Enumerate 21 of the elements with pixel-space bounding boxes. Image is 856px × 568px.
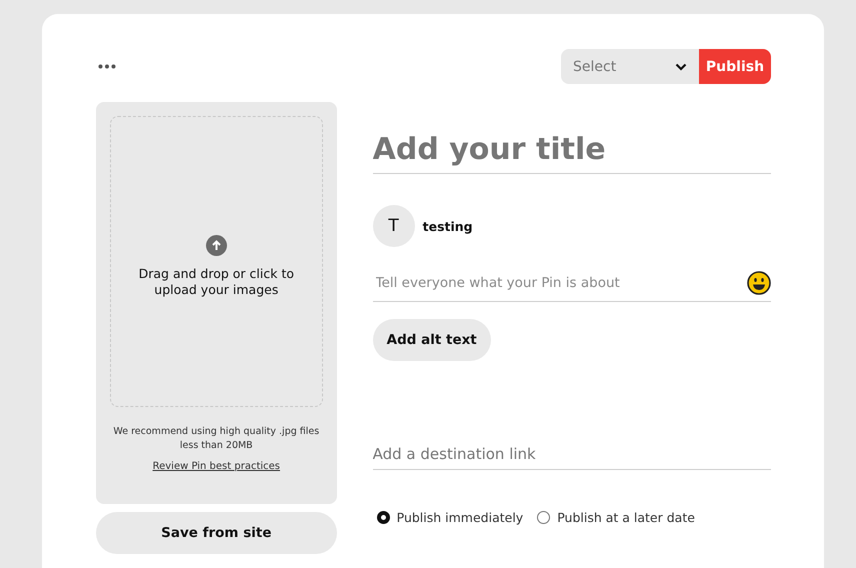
upload-instructions: Drag and drop or click to upload your images [138, 266, 295, 298]
radio-button[interactable] [376, 511, 390, 524]
chevron-down-icon [675, 62, 687, 70]
dropdown-value: Select [573, 58, 616, 74]
more-icon[interactable] [98, 64, 116, 69]
add-alt-text-button[interactable]: Add alt text [372, 319, 491, 361]
publish-button[interactable]: Publish [699, 49, 771, 84]
file-recommendation: We recommend using high quality .jpg files less than 20MB [112, 425, 320, 453]
title-field[interactable]: Add your title [372, 132, 771, 174]
radio-label: Publish at a later date [557, 510, 695, 525]
radio-label: Publish immediately [396, 510, 524, 525]
drop-zone[interactable]: Drag and drop or click to upload your images [110, 116, 323, 407]
board-dropdown[interactable]: Select [561, 49, 699, 84]
user-name: testing [422, 218, 473, 234]
destination-link-field[interactable]: Add a destination link [372, 445, 771, 470]
best-practices-link[interactable]: Review Pin best practices [152, 461, 280, 472]
radio-button[interactable] [537, 511, 550, 524]
smiley-icon[interactable] [747, 271, 771, 295]
avatar: T [372, 205, 415, 247]
save-from-site-button[interactable]: Save from site [96, 512, 337, 554]
description-field[interactable]: Tell everyone what your Pin is about [376, 275, 747, 291]
